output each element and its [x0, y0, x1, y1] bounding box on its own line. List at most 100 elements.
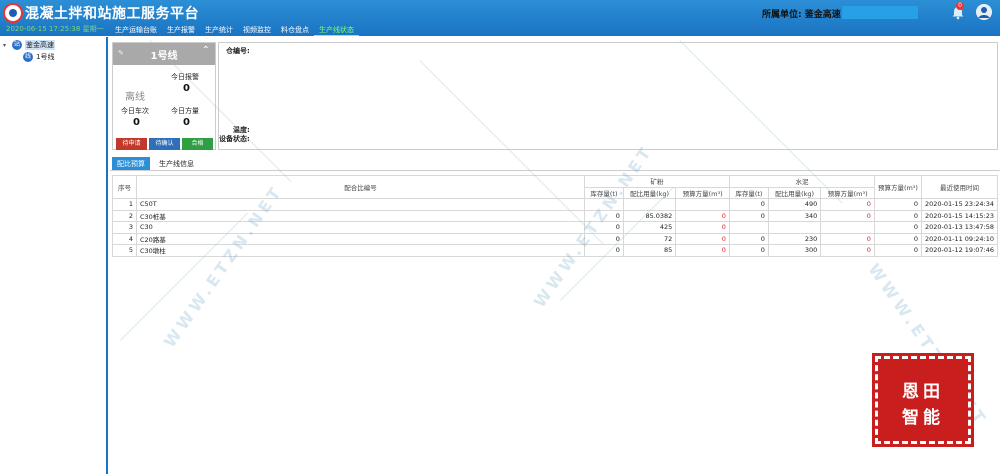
card-title: 1号线: [150, 51, 178, 62]
cell-usage-1: 425: [622, 221, 677, 234]
card-header: ✎ 1号线 ⌃: [113, 43, 215, 65]
cell-usage-2: 230: [767, 232, 822, 245]
col-index: 序号: [112, 175, 137, 199]
mix-budget-table: 序号 配合比编号 矿粉 水泥 预算方量(m³) 最近使用时间 库存量(t) 配比…: [112, 175, 999, 257]
cell-index: 3: [112, 221, 137, 234]
device-status-label: 设备状态:: [219, 135, 250, 143]
pending-apply-button[interactable]: 待申请: [116, 138, 147, 150]
station-icon: 站: [12, 40, 22, 50]
cell-volume-2: 0: [820, 198, 875, 211]
stamp-line-2: 智能: [902, 408, 944, 428]
nav-item-bin-inventory[interactable]: 料仓盘点: [276, 24, 314, 36]
cell-last-used: 2020-01-13 13:47:58: [920, 221, 999, 234]
table-row[interactable]: 4 C20路基 0 72 0 0 230 0 0 2020-01-11 09:2…: [112, 232, 999, 245]
tree-label-line-1: 1号线: [36, 53, 55, 61]
cell-volume-1: 0: [675, 221, 730, 234]
cell-volume-1: 0: [675, 244, 730, 257]
cell-stock-2: 0: [728, 198, 769, 211]
nav-item-line-status[interactable]: 生产线状态: [314, 24, 359, 36]
today-alarm-label: 今日报警: [171, 73, 199, 81]
cell-volume-total: 0: [873, 198, 922, 211]
cell-mix-code: C50T: [136, 198, 585, 211]
tab-mix-budget[interactable]: 配比预算: [112, 157, 150, 171]
collapse-icon[interactable]: ▾: [3, 42, 9, 49]
table-row[interactable]: 3 C30 0 425 0 0 2020-01-13 13:47:58: [112, 221, 999, 234]
nav-item-video-monitor[interactable]: 视频监控: [238, 24, 276, 36]
table-row[interactable]: 2 C30桩基 0 85.0382 0 0 340 0 0 2020-01-15…: [112, 209, 999, 222]
top-header: 混凝土拌和站施工服务平台 2020-06-15 17:25:38 星期一 生产运…: [0, 0, 1000, 36]
tab-bar: 配比预算 生产线信息: [112, 157, 199, 171]
cell-last-used: 2020-01-11 09:24:10: [920, 232, 999, 245]
cell-stock-1: 0: [584, 209, 624, 222]
col-group-cement: 水泥: [728, 175, 875, 188]
cell-usage-1: 85: [622, 244, 677, 257]
user-avatar-icon[interactable]: [976, 4, 992, 20]
col-volume-2: 预算方量(m³): [820, 186, 875, 199]
col-stock-1: 库存量(t): [584, 186, 624, 199]
tab-line-info[interactable]: 生产线信息: [154, 157, 199, 171]
cell-stock-2: 0: [728, 232, 769, 245]
cell-mix-code: C20路基: [136, 232, 585, 245]
cell-last-used: 2020-01-15 14:15:23: [920, 209, 999, 222]
table-row[interactable]: 5 C30墩柱 0 85 0 0 300 0 0 2020-01-12 19:0…: [112, 244, 999, 257]
cell-mix-code: C30: [136, 221, 585, 234]
nav-item-production-stats[interactable]: 生产统计: [200, 24, 238, 36]
today-volume-label: 今日方量: [171, 107, 199, 115]
tree-node-root[interactable]: ▾ 站 鉴金高速: [3, 40, 55, 50]
cell-volume-1: 0: [675, 232, 730, 245]
cell-volume-2: 0: [820, 232, 875, 245]
main-nav: 生产运输台账 生产报警 生产统计 视频监控 料仓盘点 生产线状态: [110, 24, 359, 36]
col-mix-code: 配合比编号: [136, 175, 585, 199]
unit-label: 所属单位: 鉴金高速: [762, 10, 841, 20]
col-usage-2: 配比用量(kg): [767, 186, 822, 199]
cell-usage-1: 85.0382: [622, 209, 677, 222]
tab-divider: [110, 170, 1000, 171]
cell-volume-2: 0: [820, 209, 875, 222]
chevron-up-icon[interactable]: ⌃: [202, 45, 210, 56]
brand-stamp: 恩田 智能: [872, 353, 974, 447]
cell-stock-1: 0: [584, 221, 624, 234]
cell-stock-1: 0: [584, 232, 624, 245]
cell-volume-total: 0: [873, 244, 922, 257]
cell-volume-2: 0: [820, 244, 875, 257]
cell-volume-total: 0: [873, 209, 922, 222]
today-trips-value: 0: [133, 117, 140, 128]
cell-usage-2: 340: [767, 209, 822, 222]
status-text: 离线: [125, 92, 145, 103]
cell-stock-2: [728, 221, 769, 234]
line-icon: 线: [23, 52, 33, 62]
cell-index: 5: [112, 244, 137, 257]
unit-selector[interactable]: [842, 6, 918, 19]
cell-index: 2: [112, 209, 137, 222]
cell-index: 4: [112, 232, 137, 245]
cell-stock-2: 0: [728, 209, 769, 222]
bin-number-label: 仓编号:: [226, 47, 250, 55]
tree-label-root: 鉴金高速: [25, 40, 55, 50]
cell-last-used: 2020-01-15 23:24:34: [920, 198, 999, 211]
today-trips-label: 今日车次: [121, 107, 149, 115]
col-last-used: 最近使用时间: [920, 175, 999, 199]
col-volume-total: 预算方量(m³): [873, 175, 922, 199]
cell-volume-total: 0: [873, 232, 922, 245]
nav-item-production-alarm[interactable]: 生产报警: [162, 24, 200, 36]
cell-usage-2: 490: [767, 198, 822, 211]
datetime-display: 2020-06-15 17:25:38 星期一: [6, 25, 104, 33]
col-volume-1: 预算方量(m³): [675, 186, 730, 199]
table-row[interactable]: 1 C50T 0 490 0 0 2020-01-15 23:24:34: [112, 198, 999, 211]
cell-stock-2: 0: [728, 244, 769, 257]
cell-usage-1: 72: [622, 232, 677, 245]
cell-volume-2: [820, 221, 875, 234]
sidebar-tree: ▾ 站 鉴金高速 线 1号线: [0, 37, 108, 474]
cell-stock-1: 0: [584, 244, 624, 257]
cell-mix-code: C30墩柱: [136, 244, 585, 257]
app-title: 混凝土拌和站施工服务平台: [25, 6, 199, 22]
col-usage-1: 配比用量(kg): [622, 186, 677, 199]
nav-item-transport-ledger[interactable]: 生产运输台账: [110, 24, 162, 36]
pending-confirm-button[interactable]: 待确认: [149, 138, 180, 150]
tree-node-line-1[interactable]: 线 1号线: [23, 52, 54, 62]
line-status-card: ✎ 1号线 ⌃ 离线 今日报警 0 今日车次 0 今日方量 0 待申请 待确认 …: [112, 42, 216, 150]
stamp-line-1: 恩田: [902, 382, 944, 402]
notification-badge: 0: [956, 2, 964, 10]
qualified-button[interactable]: 合格: [182, 138, 213, 150]
line-detail-panel: 仓编号: 温度: 设备状态:: [218, 42, 998, 150]
